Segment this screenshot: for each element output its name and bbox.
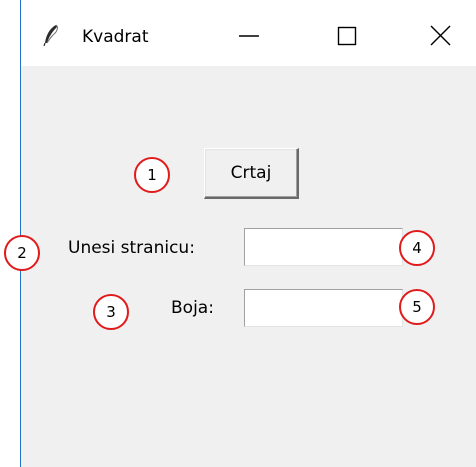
color-label: Boja:	[171, 298, 214, 318]
annotation-marker-1: 1	[134, 157, 170, 193]
feather-icon	[41, 24, 63, 47]
annotation-marker-2: 2	[4, 235, 40, 271]
color-input[interactable]	[244, 289, 403, 327]
window-title: Kvadrat	[82, 27, 149, 47]
screenshot-stage: Kvadrat Crtaj Unesi stranicu: Boja: 1 2 …	[0, 0, 476, 467]
title-bar[interactable]: Kvadrat	[21, 0, 476, 66]
draw-button[interactable]: Crtaj	[204, 148, 299, 199]
annotation-marker-4: 4	[399, 230, 435, 266]
annotation-marker-5: 5	[399, 289, 435, 325]
side-length-label: Unesi stranicu:	[68, 238, 195, 258]
side-length-input[interactable]	[244, 228, 403, 266]
close-button[interactable]	[418, 18, 464, 54]
minimize-button[interactable]	[226, 18, 272, 54]
annotation-marker-3: 3	[93, 294, 129, 330]
maximize-button[interactable]	[324, 18, 370, 54]
